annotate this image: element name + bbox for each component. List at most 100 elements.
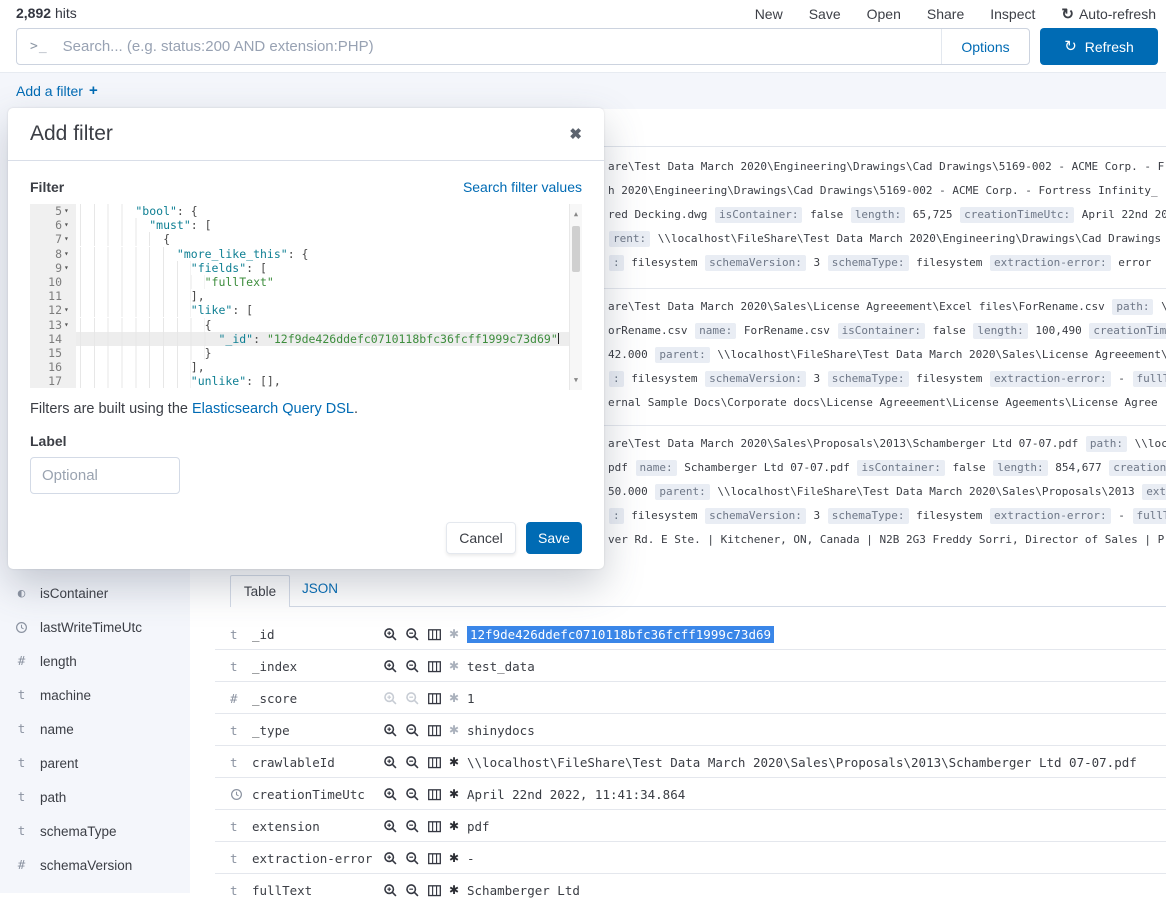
nav-inspect-link[interactable]: Inspect [990,6,1035,22]
sidebar-field-schemaType[interactable]: tschemaType [14,814,184,848]
fold-arrow-icon[interactable]: ▾ [64,232,73,246]
field-name: isContainer [40,586,108,601]
elasticsearch-dsl-link[interactable]: Elasticsearch Query DSL [192,401,354,417]
filter-for-value-icon[interactable] [383,851,398,866]
filter-out-value-icon[interactable] [405,851,420,866]
nav-open-link[interactable]: Open [867,6,901,22]
sidebar-field-schemaVersion[interactable]: #schemaVersion [14,848,184,882]
options-button[interactable]: Options [941,29,1029,64]
filter-out-value-icon[interactable] [405,659,420,674]
toggle-field-icon[interactable]: ✱ [449,755,459,769]
filter-out-value-icon[interactable] [405,883,420,898]
scrollbar-thumb[interactable] [572,226,580,272]
field-key-badge: schemaType: [828,508,909,524]
nav-new-link[interactable]: New [755,6,783,22]
nav-save-link[interactable]: Save [809,6,841,22]
toggle-column-icon[interactable] [427,851,442,866]
toggle-column-icon[interactable] [427,659,442,674]
scroll-up-icon[interactable]: ▲ [570,207,582,221]
refresh-button[interactable]: ↻ Refresh [1040,28,1158,65]
detail-field-name: extension [252,810,320,842]
filter-for-value-icon[interactable] [383,819,398,834]
cancel-button[interactable]: Cancel [446,522,516,554]
field-key-badge: isContainer: [838,323,925,339]
sidebar-field-machine[interactable]: tmachine [14,678,184,712]
filter-for-value-icon[interactable] [383,755,398,770]
doc-2-line-5: ernal Sample Docs\Corporate docs\License… [608,395,1166,411]
close-icon[interactable]: ✖ [569,125,582,143]
sidebar-field-isContainer[interactable]: ◐isContainer [14,576,184,610]
detail-field-name: _index [252,650,297,682]
string-type-icon: t [14,791,29,804]
fold-arrow-icon[interactable]: ▾ [64,318,73,332]
fold-arrow-icon[interactable]: ▾ [64,204,73,218]
search-filter-values-link[interactable]: Search filter values [463,179,582,195]
filter-out-value-icon[interactable] [405,723,420,738]
filter-for-value-icon[interactable] [383,883,398,898]
indent-guides [80,261,191,275]
sidebar-field-name[interactable]: tname [14,712,184,746]
filter-heading: Filter [30,179,64,195]
doc-text: \\localhost\FileShare\Test Data March 20… [711,348,1166,361]
sidebar-field-lastWriteTimeUtc[interactable]: lastWriteTimeUtc [14,610,184,644]
editor-code: { [76,232,582,246]
sidebar-field-length[interactable]: #length [14,644,184,678]
code-token: : [ [191,218,212,232]
tab-table[interactable]: Table [230,575,290,607]
label-input[interactable] [30,457,180,494]
filter-for-value-icon[interactable] [383,723,398,738]
toggle-field-icon[interactable]: ✱ [449,723,459,737]
string-type-icon: t [230,746,238,778]
detail-field-value-selected: 12f9de426ddefc0710118bfc36fcff1999c73d69 [467,626,774,643]
editor-code: "_id": "12f9de426ddefc0710118bfc36fcff19… [76,332,582,346]
filter-out-value-icon[interactable] [405,755,420,770]
toggle-field-icon[interactable]: ✱ [449,659,459,673]
field-key-badge: extraction-error: [990,508,1111,524]
field-name: parent [40,756,78,771]
code-token: : [253,332,267,346]
add-filter-button[interactable]: Add a filter + [16,82,98,99]
toggle-column-icon[interactable] [427,787,442,802]
scroll-down-icon[interactable]: ▼ [570,373,582,387]
toggle-column-icon[interactable] [427,755,442,770]
tab-json[interactable]: JSON [302,581,338,596]
filter-for-value-icon[interactable] [383,627,398,642]
doc-text: 42.000 [608,348,654,361]
filter-out-value-icon[interactable] [405,787,420,802]
toggle-column-icon[interactable] [427,819,442,834]
filter-for-value-icon[interactable] [383,659,398,674]
filter-out-value-icon[interactable] [405,627,420,642]
toggle-field-icon[interactable]: ✱ [449,883,459,897]
toggle-field-icon[interactable]: ✱ [449,851,459,865]
code-token: "bool" [135,204,177,218]
sidebar-field-path[interactable]: tpath [14,780,184,814]
toggle-column-icon[interactable] [427,883,442,898]
fold-arrow-icon[interactable]: ▾ [64,303,73,317]
line-number: 9 [55,261,62,275]
toggle-field-icon[interactable]: ✱ [449,787,459,801]
code-token: "more_like_this" [177,247,288,261]
toggle-column-icon[interactable] [427,723,442,738]
filter-out-value-icon[interactable] [405,819,420,834]
save-button[interactable]: Save [526,522,582,554]
toggle-field-icon[interactable]: ✱ [449,627,459,641]
detail-row-_score: #_score✱1 [215,682,1166,714]
toggle-field-icon[interactable]: ✱ [449,819,459,833]
add-filter-label: Add a filter [16,83,83,99]
editor-scrollbar[interactable]: ▲ ▼ [569,204,582,390]
fold-arrow-icon[interactable]: ▾ [64,218,73,232]
filter-for-value-icon[interactable] [383,787,398,802]
toggle-column-icon[interactable] [427,691,442,706]
doc-text: red Decking.dwg [608,208,714,221]
toggle-column-icon[interactable] [427,627,442,642]
search-input[interactable]: Search... (e.g. status:200 AND extension… [63,38,941,55]
toggle-field-icon[interactable]: ✱ [449,691,459,705]
fold-arrow-icon[interactable]: ▾ [64,261,73,275]
query-dsl-editor[interactable]: 5▾"bool": {6▾"must": [7▾{8▾"more_like_th… [30,204,582,390]
editor-code: "unlike": [], [76,374,582,388]
fold-arrow-icon[interactable]: ▾ [64,247,73,261]
nav-share-link[interactable]: Share [927,6,964,22]
detail-row-crawlableId: tcrawlableId✱\\localhost\FileShare\Test … [215,746,1166,778]
sidebar-field-parent[interactable]: tparent [14,746,184,780]
auto-refresh-button[interactable]: ↻Auto-refresh [1061,6,1156,22]
